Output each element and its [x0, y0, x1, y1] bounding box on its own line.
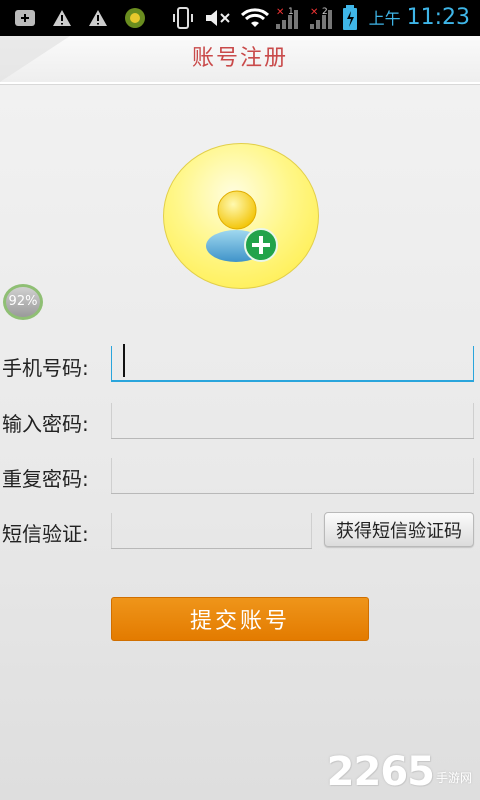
status-time: 11:23 [406, 5, 470, 30]
status-bar: ✕ 1 ✕ 2 上午 11:23 [0, 0, 480, 36]
watermark-logo: 2265 手游网 [327, 752, 472, 792]
signal-1-icon: ✕ 1 [272, 6, 300, 30]
password-input[interactable] [111, 403, 474, 439]
watermark-number: 2265 [326, 749, 435, 795]
vibrate-icon [172, 6, 194, 30]
wifi-icon [240, 6, 270, 30]
warning-icon [52, 6, 72, 30]
svg-text:1: 1 [288, 7, 294, 17]
svg-text:✕: ✕ [310, 7, 318, 18]
signal-2-icon: ✕ 2 [306, 6, 334, 30]
battery-charging-icon [342, 5, 358, 30]
svg-text:✕: ✕ [276, 7, 284, 18]
add-user-avatar[interactable] [163, 143, 319, 289]
phone-label: 手机号码: [2, 356, 89, 380]
add-user-icon [206, 190, 278, 262]
get-sms-code-button[interactable]: 获得短信验证码 [324, 512, 474, 547]
phone-input[interactable] [111, 346, 474, 382]
watermark-site: 手游网 [435, 771, 472, 785]
repeat-password-label: 重复密码: [2, 467, 89, 491]
status-ampm: 上午 [368, 9, 401, 28]
svg-text:2: 2 [322, 7, 328, 17]
progress-indicator: 92% [3, 284, 45, 322]
status-clock: 上午 11:23 [369, 2, 470, 35]
text-caret [123, 344, 125, 377]
sms-code-input[interactable] [111, 513, 312, 549]
add-notification-icon [14, 6, 36, 30]
title-bar: 账号注册 [0, 36, 480, 84]
progress-text: 92% [6, 287, 40, 317]
sms-label: 短信验证: [2, 522, 89, 546]
submit-account-button[interactable]: 提交账号 [111, 597, 369, 641]
app-green-icon [124, 6, 146, 30]
warning-icon [88, 6, 108, 30]
password-label: 输入密码: [2, 412, 89, 436]
repeat-password-input[interactable] [111, 458, 474, 494]
mute-icon [204, 6, 232, 30]
page-title: 账号注册 [191, 46, 288, 71]
